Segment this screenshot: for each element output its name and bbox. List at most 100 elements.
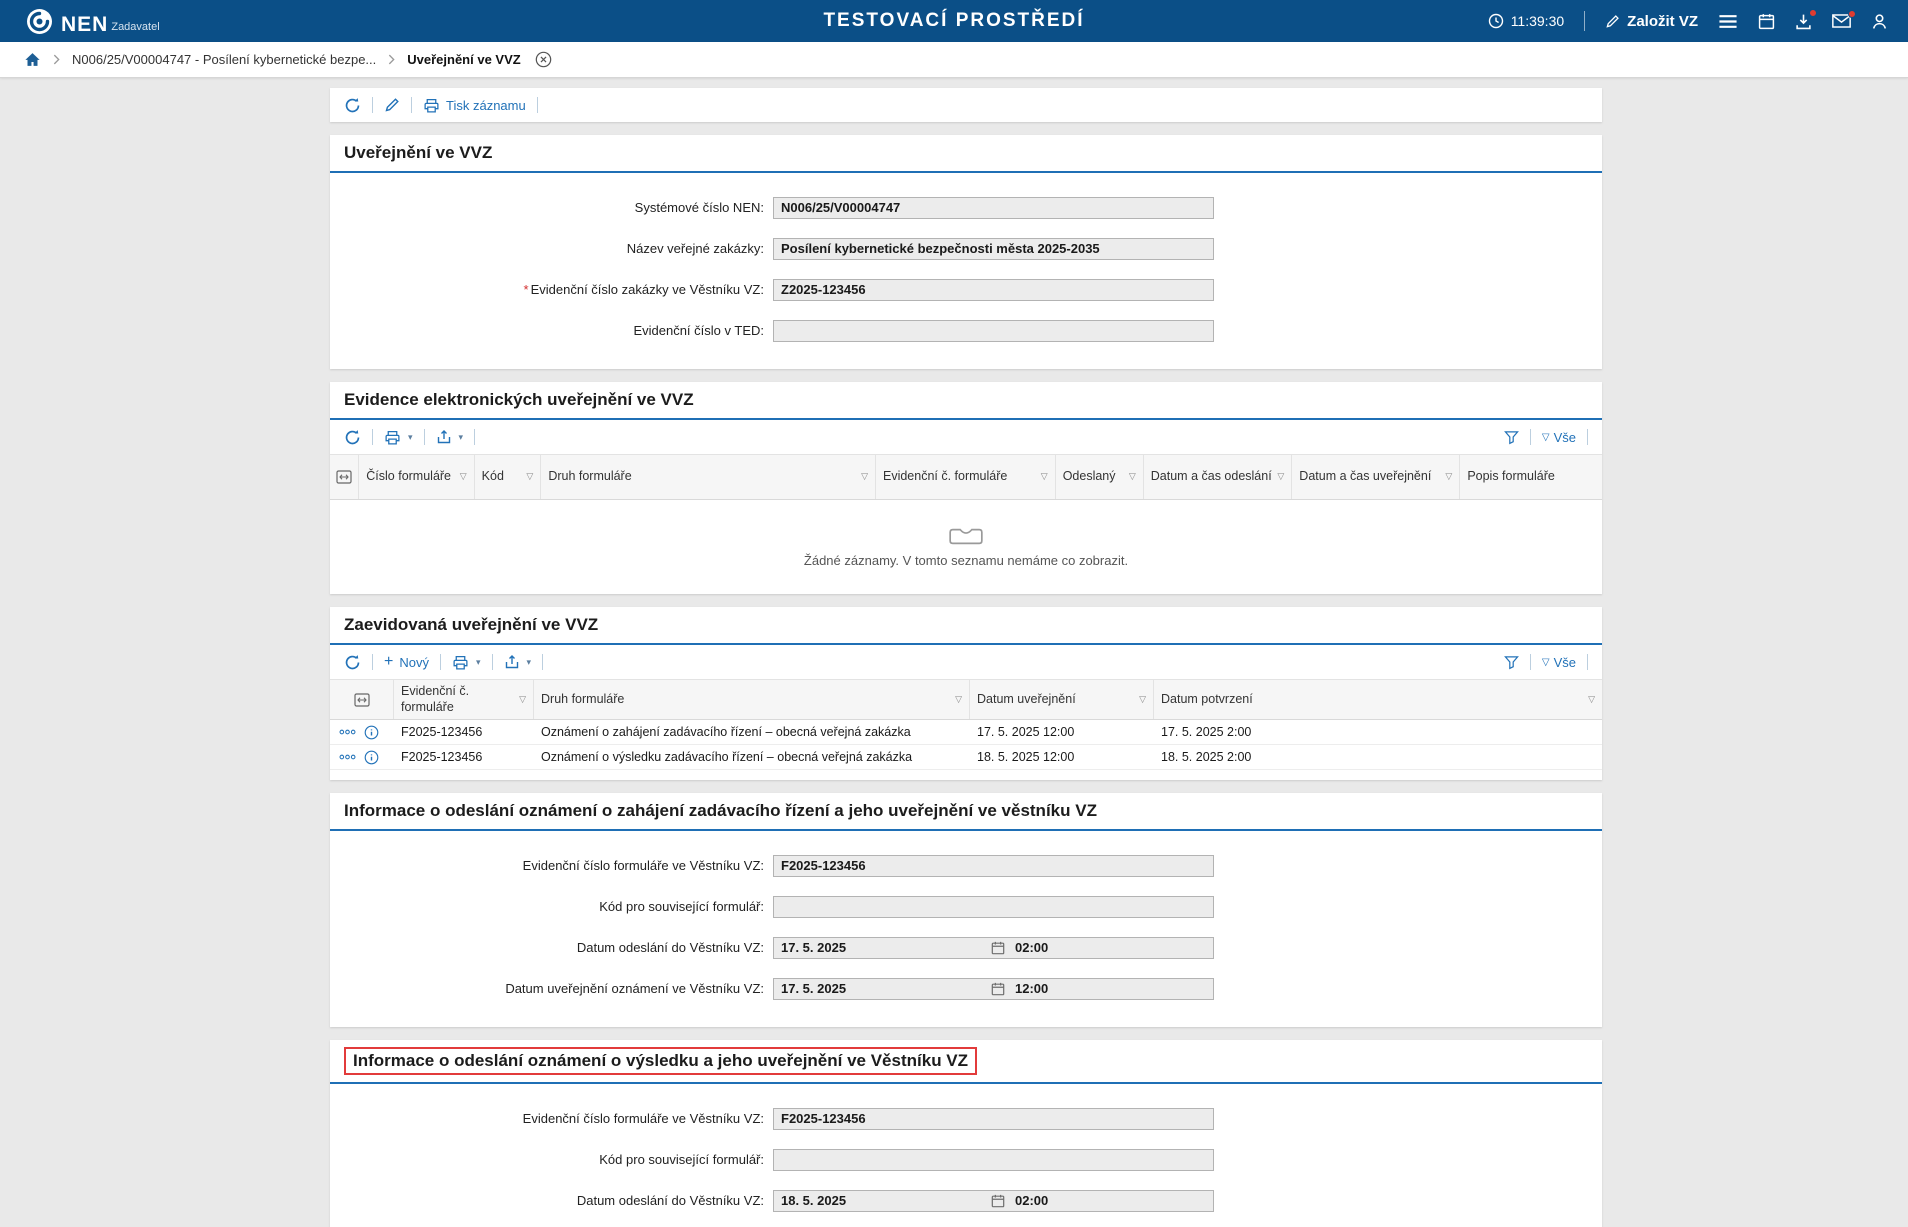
filter-triangle-icon[interactable]: ▽	[861, 471, 868, 482]
calendar-button[interactable]	[1758, 13, 1775, 30]
cell-datum-potvrzeni: 17. 5. 2025 2:00	[1154, 725, 1602, 739]
filter-button[interactable]	[1504, 430, 1519, 445]
printer-icon	[452, 654, 469, 671]
export-menu-button[interactable]: ▾	[436, 429, 464, 445]
column-header-odeslany[interactable]: Odeslaný▽	[1056, 455, 1144, 499]
filter-button[interactable]	[1504, 655, 1519, 670]
clock-icon	[1488, 13, 1504, 29]
close-tab-button[interactable]	[535, 51, 552, 68]
filter-triangle-icon[interactable]: ▽	[1129, 471, 1136, 482]
filter-triangle-icon[interactable]: ▽	[1041, 471, 1048, 482]
column-chooser-button[interactable]	[330, 680, 394, 719]
vestnik-number-field[interactable]: Z2025-123456	[773, 279, 1214, 301]
calendar-picker-icon[interactable]	[991, 941, 1005, 958]
filter-triangle-icon[interactable]: ▽	[519, 694, 526, 705]
divider	[440, 654, 441, 670]
column-header-popis-formulare[interactable]: Popis formuláře	[1460, 455, 1602, 499]
funnel-icon	[1504, 430, 1519, 445]
print-record-button[interactable]: Tisk záznamu	[423, 97, 526, 114]
ted-number-field[interactable]	[773, 320, 1214, 342]
home-icon[interactable]	[24, 51, 41, 68]
breadcrumb-item-current[interactable]: Uveřejnění ve VVZ	[407, 52, 520, 67]
section-zaevidovana-uverejneni: Zaevidovaná uveřejnění ve VVZ + Nový ▾	[330, 607, 1602, 780]
brand-name: NEN	[61, 14, 108, 35]
notification-badge	[1848, 10, 1856, 18]
filter-triangle-icon[interactable]: ▽	[1588, 694, 1595, 705]
column-header-druh-formulare[interactable]: Druh formuláře▽	[534, 680, 970, 719]
calendar-picker-icon[interactable]	[991, 1194, 1005, 1211]
contract-name-field[interactable]: Posílení kybernetické bezpečnosti města …	[773, 238, 1214, 260]
divider	[372, 97, 373, 113]
refresh-button[interactable]	[344, 97, 361, 114]
column-header-datum-uverejneni[interactable]: Datum a čas uveřejnění▽	[1292, 455, 1460, 499]
info-icon[interactable]	[364, 725, 379, 740]
filter-triangle-icon[interactable]: ▽	[1139, 694, 1146, 705]
column-header-datum-potvrzeni[interactable]: Datum potvrzení▽	[1154, 680, 1602, 719]
printer-icon	[423, 97, 440, 114]
print-menu-button[interactable]: ▾	[452, 654, 481, 671]
form-number-field[interactable]: F2025-123456	[773, 1108, 1214, 1130]
divider	[424, 429, 425, 445]
sent-date-field[interactable]: 18. 5. 2025 02:00	[773, 1190, 1214, 1212]
table-row[interactable]: F2025-123456 Oznámení o zahájení zadávac…	[330, 720, 1602, 745]
edit-button[interactable]	[384, 97, 400, 113]
info-icon[interactable]	[364, 750, 379, 765]
related-form-code-field[interactable]	[773, 896, 1214, 918]
column-chooser-button[interactable]	[330, 455, 359, 499]
column-header-cislo-formulare[interactable]: Číslo formuláře▽	[359, 455, 474, 499]
filter-triangle-icon[interactable]: ▽	[955, 694, 962, 705]
create-vz-button[interactable]: Založit VZ	[1605, 13, 1698, 30]
breadcrumb-item-procurement[interactable]: N006/25/V00004747 - Posílení kybernetick…	[72, 52, 376, 67]
filter-triangle-icon[interactable]: ▽	[1277, 471, 1284, 482]
refresh-button[interactable]	[344, 654, 361, 671]
table-row[interactable]: F2025-123456 Oznámení o výsledku zadávac…	[330, 745, 1602, 770]
downloads-button[interactable]	[1795, 13, 1812, 30]
divider	[492, 654, 493, 670]
field-label: *Evidenční číslo zakázky ve Věstníku VZ:	[330, 282, 773, 297]
messages-button[interactable]	[1832, 14, 1851, 28]
refresh-button[interactable]	[344, 429, 361, 446]
column-header-druh-formulare[interactable]: Druh formuláře▽	[541, 455, 876, 499]
table-header-row: Číslo formuláře▽ Kód▽ Druh formuláře▽ Ev…	[330, 454, 1602, 500]
column-header-datum-odeslani[interactable]: Datum a čas odeslání▽	[1144, 455, 1293, 499]
divider	[1530, 654, 1531, 670]
filter-triangle-icon[interactable]: ▽	[1445, 471, 1452, 482]
show-all-filter[interactable]: ▽ Vše	[1542, 430, 1576, 445]
sent-date-field[interactable]: 17. 5. 2025 02:00	[773, 937, 1214, 959]
new-record-button[interactable]: + Nový	[384, 654, 429, 670]
export-menu-button[interactable]: ▾	[504, 654, 532, 670]
clock-time: 11:39:30	[1511, 13, 1564, 29]
grid-toolbar: + Nový ▾ ▾	[330, 645, 1602, 679]
show-all-filter[interactable]: ▽ Vše	[1542, 655, 1576, 670]
row-menu-icon[interactable]	[339, 754, 356, 760]
form-number-field[interactable]: F2025-123456	[773, 855, 1214, 877]
published-date-field[interactable]: 17. 5. 2025 12:00	[773, 978, 1214, 1000]
print-menu-button[interactable]: ▾	[384, 429, 413, 446]
clock: 11:39:30	[1488, 13, 1564, 29]
caret-down-icon: ▾	[527, 657, 532, 668]
filter-triangle-icon[interactable]: ▽	[460, 471, 467, 482]
row-actions	[330, 750, 394, 765]
column-header-evidencni-c-formulare[interactable]: Evidenční č. formuláře▽	[394, 680, 534, 719]
caret-down-icon: ▾	[476, 657, 481, 668]
grid-toolbar-right: ▽ Vše	[1504, 654, 1588, 670]
pencil-icon	[1605, 14, 1620, 29]
calendar-picker-icon[interactable]	[991, 982, 1005, 999]
divider	[411, 97, 412, 113]
row-menu-icon[interactable]	[339, 729, 356, 735]
nen-logo[interactable]: NEN Zadavatel	[26, 8, 160, 35]
section-header: Informace o odeslání oznámení o zahájení…	[330, 793, 1602, 831]
table-header-row: Evidenční č. formuláře▽ Druh formuláře▽ …	[330, 679, 1602, 720]
column-header-evidencni-c-formulare[interactable]: Evidenční č. formuláře▽	[876, 455, 1056, 499]
system-number-field[interactable]: N006/25/V00004747	[773, 197, 1214, 219]
divider	[537, 97, 538, 113]
field-label: Evidenční číslo formuláře ve Věstníku VZ…	[330, 1111, 773, 1126]
section-header: Uveřejnění ve VVZ	[330, 135, 1602, 173]
user-profile-button[interactable]	[1871, 13, 1888, 30]
menu-button[interactable]	[1718, 14, 1738, 29]
column-header-datum-uverejneni[interactable]: Datum uveřejnění▽	[970, 680, 1154, 719]
column-header-kod[interactable]: Kód▽	[475, 455, 542, 499]
filter-triangle-icon[interactable]: ▽	[526, 471, 533, 482]
user-icon	[1871, 13, 1888, 30]
related-form-code-field[interactable]	[773, 1149, 1214, 1171]
